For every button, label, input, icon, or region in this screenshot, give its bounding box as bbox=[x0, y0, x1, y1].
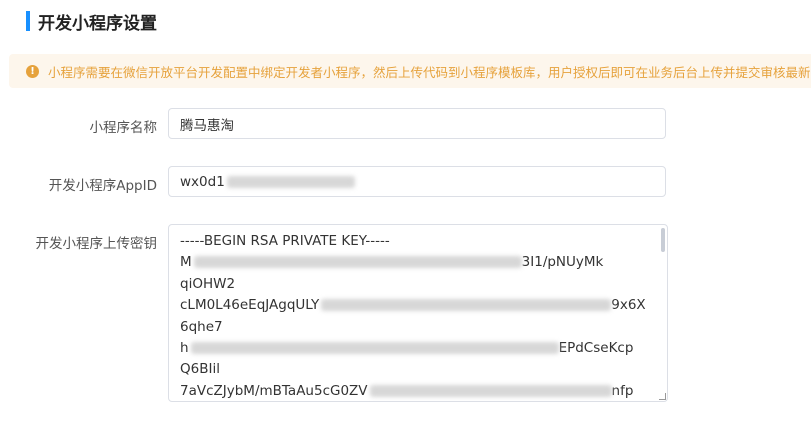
key-line-text: M bbox=[180, 254, 192, 271]
key-line-text: Q6BIil bbox=[180, 361, 220, 378]
redacted-blur bbox=[193, 256, 522, 269]
key-line-text: qiOHW2 bbox=[180, 275, 236, 292]
redacted-blur bbox=[369, 384, 612, 397]
key-line: 7aVcZJybM/mBTaAu5cG0ZV nfp bbox=[180, 381, 656, 401]
name-input[interactable]: 腾马惠淘 bbox=[168, 108, 666, 139]
notice-banner: ! 小程序需要在微信开放平台开发配置中绑定开发者小程序，然后上传代码到小程序模板… bbox=[9, 54, 811, 88]
key-line-text: 7aVcZJybM/mBTaAu5cG0ZV bbox=[180, 382, 368, 399]
secret-label: 开发小程序上传密钥 bbox=[35, 236, 158, 252]
key-line: h EPdCseKcp bbox=[180, 338, 656, 359]
notice-text: 小程序需要在微信开放平台开发配置中绑定开发者小程序，然后上传代码到小程序模板库，… bbox=[48, 64, 811, 80]
key-line-tail: nfp bbox=[611, 382, 634, 399]
key-line: Q6BIil bbox=[180, 359, 656, 380]
secret-textarea[interactable]: -----BEGIN RSA PRIVATE KEY----- M 3I1/pNU… bbox=[168, 224, 668, 402]
key-line-tail: 3I1/pNUyMk bbox=[521, 254, 604, 271]
title-accent-bar bbox=[26, 11, 30, 31]
name-value: 腾马惠淘 bbox=[180, 117, 234, 134]
key-line-tail: 9x6X bbox=[611, 297, 646, 314]
key-line-text: -----BEGIN RSA PRIVATE KEY----- bbox=[180, 233, 390, 249]
scrollbar-thumb[interactable] bbox=[661, 228, 665, 252]
redacted-blur bbox=[190, 341, 559, 354]
redacted-blur bbox=[321, 299, 612, 312]
redacted-blur bbox=[226, 175, 355, 188]
secret-key-lines: -----BEGIN RSA PRIVATE KEY----- M 3I1/pNU… bbox=[180, 231, 656, 401]
key-line: -----BEGIN RSA PRIVATE KEY----- bbox=[180, 231, 656, 252]
appid-label: 开发小程序AppID bbox=[48, 178, 157, 194]
key-line-text: 6qhe7 bbox=[180, 318, 223, 335]
key-line: qiOHW2 bbox=[180, 274, 656, 295]
key-line-tail: EPdCseKcp bbox=[558, 339, 634, 356]
key-line-text: cLM0L46eEqJAgqULY bbox=[180, 297, 320, 314]
appid-input[interactable]: wx0d1 bbox=[168, 166, 666, 197]
key-line: cLM0L46eEqJAgqULY 9x6X bbox=[180, 295, 656, 316]
appid-value: wx0d1 bbox=[180, 173, 225, 190]
page-title-bar: 开发小程序设置 bbox=[26, 10, 157, 34]
name-label: 小程序名称 bbox=[89, 120, 158, 136]
key-line: M 3I1/pNUyMk bbox=[180, 252, 656, 273]
key-line-text: h bbox=[180, 339, 189, 356]
key-line: 6qhe7 bbox=[180, 317, 656, 338]
warning-icon: ! bbox=[26, 64, 39, 78]
textarea-scrollbar[interactable] bbox=[660, 226, 666, 400]
resize-handle[interactable] bbox=[659, 393, 666, 400]
page-title: 开发小程序设置 bbox=[38, 13, 157, 34]
